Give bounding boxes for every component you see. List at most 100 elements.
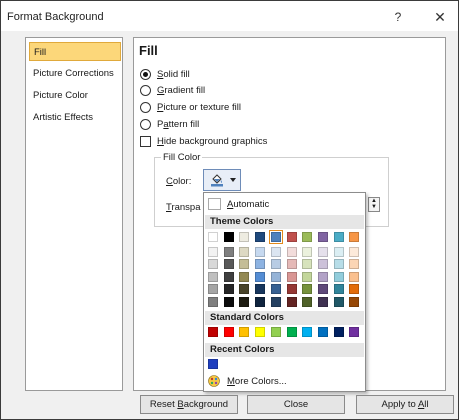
theme-shade-swatch[interactable] xyxy=(208,271,218,282)
theme-shade-swatch[interactable] xyxy=(317,259,328,270)
theme-shade-swatch[interactable] xyxy=(302,284,313,295)
solid-fill-option[interactable]: Solid fill xyxy=(140,67,190,81)
theme-shade-swatch[interactable] xyxy=(286,296,297,307)
transparency-label: Transpa xyxy=(166,202,201,213)
theme-shade-swatch[interactable] xyxy=(286,284,297,295)
theme-color-swatch[interactable] xyxy=(223,232,234,242)
theme-shade-swatch[interactable] xyxy=(208,259,218,270)
theme-shade-swatch[interactable] xyxy=(255,259,266,270)
theme-shade-swatch[interactable] xyxy=(239,259,250,270)
theme-shade-swatch[interactable] xyxy=(239,296,250,307)
theme-color-swatch[interactable] xyxy=(286,232,297,242)
theme-shade-swatch[interactable] xyxy=(255,284,266,295)
nav-item-artistic-effects[interactable]: Artistic Effects xyxy=(29,108,121,127)
theme-shade-swatch[interactable] xyxy=(349,259,360,270)
theme-shade-swatch[interactable] xyxy=(270,247,281,257)
standard-color-swatch[interactable] xyxy=(317,327,328,337)
reset-background-button[interactable]: Reset Background xyxy=(140,395,238,414)
standard-color-swatch[interactable] xyxy=(286,327,297,337)
hide-background-graphics-checkbox[interactable] xyxy=(140,135,151,147)
picture-fill-option[interactable]: Picture or texture fill xyxy=(140,100,241,114)
theme-shade-swatch[interactable] xyxy=(223,284,234,295)
nav-item-picture-corrections[interactable]: Picture Corrections xyxy=(29,64,121,83)
theme-shade-swatch[interactable] xyxy=(239,247,250,257)
theme-shade-swatch[interactable] xyxy=(223,259,234,270)
apply-to-all-button[interactable]: Apply to All xyxy=(356,395,454,414)
standard-color-swatch[interactable] xyxy=(255,327,266,337)
theme-color-swatch[interactable] xyxy=(268,230,283,244)
theme-shade-swatch[interactable] xyxy=(270,284,281,295)
gradient-fill-option[interactable]: Gradient fill xyxy=(140,83,205,97)
theme-color-swatch[interactable] xyxy=(317,232,328,242)
transparency-spinner[interactable]: ▲ ▼ xyxy=(368,197,380,212)
theme-shade-swatch[interactable] xyxy=(239,271,250,282)
theme-color-swatch[interactable] xyxy=(255,232,266,242)
theme-shade-swatch[interactable] xyxy=(223,247,234,257)
theme-shade-swatch[interactable] xyxy=(302,271,313,282)
theme-shade-swatch[interactable] xyxy=(317,271,328,282)
automatic-label: Automatic xyxy=(227,199,270,210)
close-button[interactable]: Close xyxy=(247,395,345,414)
nav-item-picture-color[interactable]: Picture Color xyxy=(29,86,121,105)
theme-shade-swatch[interactable] xyxy=(333,271,344,282)
theme-color-swatch[interactable] xyxy=(349,232,360,242)
theme-shade-swatch[interactable] xyxy=(255,296,266,307)
nav-item-fill[interactable]: Fill xyxy=(29,42,121,61)
theme-shade-swatch[interactable] xyxy=(223,271,234,282)
standard-color-swatch[interactable] xyxy=(270,327,281,337)
close-icon[interactable]: ✕ xyxy=(432,9,448,25)
theme-shade-swatch[interactable] xyxy=(286,247,297,257)
theme-shade-swatch[interactable] xyxy=(270,296,281,307)
more-colors-option[interactable]: More Colors... xyxy=(205,373,364,389)
theme-shade-swatch[interactable] xyxy=(333,296,344,307)
standard-color-swatch[interactable] xyxy=(333,327,344,337)
theme-shade-swatch[interactable] xyxy=(349,296,360,307)
theme-shade-swatch[interactable] xyxy=(302,247,313,257)
standard-color-swatch[interactable] xyxy=(302,327,313,337)
theme-shade-swatch[interactable] xyxy=(317,284,328,295)
pattern-fill-radio[interactable] xyxy=(140,118,151,130)
theme-shade-swatch[interactable] xyxy=(286,271,297,282)
theme-shade-swatch[interactable] xyxy=(349,284,360,295)
theme-color-swatch[interactable] xyxy=(239,232,250,242)
format-background-dialog: Format Background ? ✕ Fill Picture Corre… xyxy=(0,0,459,420)
theme-shade-swatch[interactable] xyxy=(302,296,313,307)
hide-background-graphics-option[interactable]: Hide background graphics xyxy=(140,134,267,148)
theme-shade-swatch[interactable] xyxy=(317,296,328,307)
gradient-fill-label: Gradient fill xyxy=(157,84,206,96)
pattern-fill-option[interactable]: Pattern fill xyxy=(140,117,199,131)
color-picker-button[interactable] xyxy=(203,169,241,191)
theme-shade-swatch[interactable] xyxy=(286,259,297,270)
theme-shade-swatch[interactable] xyxy=(270,259,281,270)
recent-color-swatch[interactable] xyxy=(208,359,218,369)
theme-shade-swatch[interactable] xyxy=(239,284,250,295)
theme-color-swatch[interactable] xyxy=(302,232,313,242)
theme-color-swatch[interactable] xyxy=(208,232,218,242)
theme-shade-swatch[interactable] xyxy=(255,247,266,257)
gradient-fill-radio[interactable] xyxy=(140,84,151,96)
picture-fill-radio[interactable] xyxy=(140,101,151,113)
theme-shade-swatch[interactable] xyxy=(333,247,344,257)
theme-shade-swatch[interactable] xyxy=(208,284,218,295)
standard-color-swatch[interactable] xyxy=(349,327,360,337)
theme-shade-swatch[interactable] xyxy=(208,296,218,307)
automatic-color-option[interactable]: Automatic xyxy=(205,195,364,213)
standard-color-swatch[interactable] xyxy=(223,327,234,337)
solid-fill-radio[interactable] xyxy=(140,68,151,80)
theme-color-swatch[interactable] xyxy=(333,232,344,242)
category-list: Fill Picture Corrections Picture Color A… xyxy=(25,37,123,391)
help-button[interactable]: ? xyxy=(390,9,406,25)
standard-color-swatch[interactable] xyxy=(208,327,218,337)
theme-shade-swatch[interactable] xyxy=(349,247,360,257)
theme-shade-swatch[interactable] xyxy=(302,259,313,270)
theme-shade-swatch[interactable] xyxy=(208,247,218,257)
theme-shade-swatch[interactable] xyxy=(349,271,360,282)
theme-shade-swatch[interactable] xyxy=(317,247,328,257)
theme-shade-swatch[interactable] xyxy=(333,259,344,270)
theme-shade-swatch[interactable] xyxy=(333,284,344,295)
standard-color-swatch[interactable] xyxy=(239,327,250,337)
theme-shade-swatch[interactable] xyxy=(270,271,281,282)
chevron-down-icon xyxy=(230,178,236,182)
theme-shade-swatch[interactable] xyxy=(255,271,266,282)
theme-shade-swatch[interactable] xyxy=(223,296,234,307)
